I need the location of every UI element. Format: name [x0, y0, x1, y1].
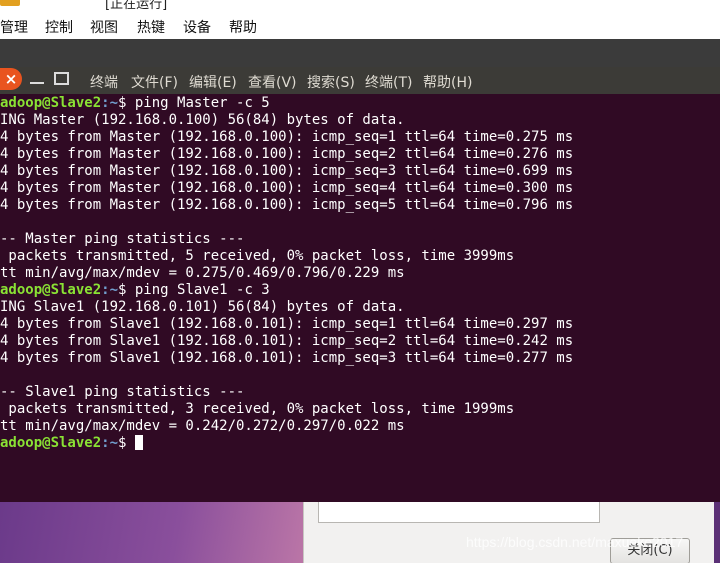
terminal-output-area[interactable]: adoop@Slave2:~$ ping Master -c 5 ING Mast… [0, 94, 720, 502]
prompt-path: :~ [101, 95, 119, 111]
output-text: packets transmitted, 5 received, 0% pack… [0, 248, 515, 264]
dialog-text-field[interactable] [318, 502, 600, 523]
menu-terminal[interactable]: 终端(T) [365, 72, 412, 92]
terminal-output-line: 4 bytes from Master (192.168.0.100): icm… [0, 129, 573, 146]
host-menubar: 管理 控制 视图 热键 设备 帮助 [0, 12, 720, 39]
close-icon[interactable]: × [0, 68, 22, 90]
output-text: ING Slave1 (192.168.0.101) 56(84) bytes … [0, 299, 405, 315]
terminal-output-line: 4 bytes from Slave1 (192.168.0.101): icm… [0, 350, 573, 367]
terminal-output-line: ING Master (192.168.0.100) 56(84) bytes … [0, 112, 573, 129]
output-text: 4 bytes from Slave1 (192.168.0.101): icm… [0, 316, 574, 332]
terminal-output-line: tt min/avg/max/mdev = 0.242/0.272/0.297/… [0, 418, 573, 435]
output-text: 4 bytes from Master (192.168.0.100): icm… [0, 129, 574, 145]
terminal-output-line: 4 bytes from Master (192.168.0.100): icm… [0, 197, 573, 214]
output-text: -- Master ping statistics --- [0, 231, 245, 247]
output-text: tt min/avg/max/mdev = 0.242/0.272/0.297/… [0, 418, 405, 434]
menu-file[interactable]: 文件(F) [131, 72, 178, 92]
terminal-cursor [134, 435, 143, 450]
terminal-title: 终端 [90, 75, 118, 91]
terminal-output-line: packets transmitted, 3 received, 0% pack… [0, 401, 573, 418]
terminal-prompt-line: adoop@Slave2:~$ ping Slave1 -c 3 [0, 282, 573, 299]
terminal-output-line: packets transmitted, 5 received, 0% pack… [0, 248, 573, 265]
terminal-prompt-line: adoop@Slave2:~$ ping Master -c 5 [0, 95, 573, 112]
terminal-output-line: 4 bytes from Master (192.168.0.100): icm… [0, 163, 573, 180]
output-text: tt min/avg/max/mdev = 0.275/0.469/0.796/… [0, 265, 405, 281]
terminal-output-line: 4 bytes from Master (192.168.0.100): icm… [0, 146, 573, 163]
host-menu-view[interactable]: 视图 [90, 17, 118, 37]
output-text: ING Master (192.168.0.100) 56(84) bytes … [0, 112, 405, 128]
guest-top-panel [0, 39, 720, 67]
host-menu-manage[interactable]: 管理 [0, 17, 28, 37]
prompt-user-host: adoop@Slave2 [0, 95, 102, 111]
menu-help[interactable]: 帮助(H) [423, 72, 472, 92]
output-text: 4 bytes from Slave1 (192.168.0.101): icm… [0, 333, 574, 349]
output-text: 4 bytes from Master (192.168.0.100): icm… [0, 146, 574, 162]
prompt-user-host: adoop@Slave2 [0, 435, 102, 451]
host-window-title: [正在运行] [105, 0, 168, 12]
prompt-path: :~ [101, 282, 119, 298]
terminal-output-line: ING Slave1 (192.168.0.101) 56(84) bytes … [0, 299, 573, 316]
terminal-output-line: tt min/avg/max/mdev = 0.275/0.469/0.796/… [0, 265, 573, 282]
terminal-output-line: 4 bytes from Master (192.168.0.100): icm… [0, 180, 573, 197]
terminal-output-line: -- Master ping statistics --- [0, 231, 573, 248]
prompt-command: $ [118, 435, 135, 451]
output-text: 4 bytes from Slave1 (192.168.0.101): icm… [0, 350, 574, 366]
prompt-command: $ ping Slave1 -c 3 [118, 282, 270, 298]
output-text: 4 bytes from Master (192.168.0.100): icm… [0, 197, 574, 213]
minimize-icon[interactable] [30, 82, 44, 84]
output-text: 4 bytes from Master (192.168.0.100): icm… [0, 180, 574, 196]
prompt-command: $ ping Master -c 5 [118, 95, 270, 111]
menu-search[interactable]: 搜索(S) [307, 72, 355, 92]
terminal-lines: adoop@Slave2:~$ ping Master -c 5 ING Mast… [0, 95, 573, 452]
background-dialog: 关闭(C) [303, 502, 714, 563]
terminal-prompt-line: adoop@Slave2:~$ [0, 435, 573, 452]
host-titlebar: [正在运行] [0, 0, 720, 12]
terminal-output-line: 4 bytes from Slave1 (192.168.0.101): icm… [0, 333, 573, 350]
host-menu-help[interactable]: 帮助 [229, 17, 257, 37]
menu-view[interactable]: 查看(V) [248, 72, 297, 92]
host-menu-hotkeys[interactable]: 热键 [137, 17, 165, 37]
terminal-output-line: 4 bytes from Slave1 (192.168.0.101): icm… [0, 316, 573, 333]
watermark: https://blog.csdn.net/maxueke2017 [466, 534, 684, 550]
output-text: -- Slave1 ping statistics --- [0, 384, 245, 400]
output-text: 4 bytes from Master (192.168.0.100): icm… [0, 163, 574, 179]
terminal-output-line: -- Slave1 ping statistics --- [0, 384, 573, 401]
prompt-path: :~ [101, 435, 119, 451]
host-menu-control[interactable]: 控制 [45, 17, 73, 37]
maximize-icon[interactable] [54, 72, 69, 85]
prompt-user-host: adoop@Slave2 [0, 282, 102, 298]
output-text: packets transmitted, 3 received, 0% pack… [0, 401, 515, 417]
screen: [正在运行] 管理 控制 视图 热键 设备 帮助 × 终端 文件(F) 编辑(E… [0, 0, 720, 563]
virtualbox-icon [0, 0, 20, 6]
host-menu-devices[interactable]: 设备 [183, 17, 211, 37]
terminal-titlebar: × 终端 文件(F) 编辑(E) 查看(V) 搜索(S) 终端(T) 帮助(H) [0, 67, 720, 94]
menu-edit[interactable]: 编辑(E) [189, 72, 237, 92]
